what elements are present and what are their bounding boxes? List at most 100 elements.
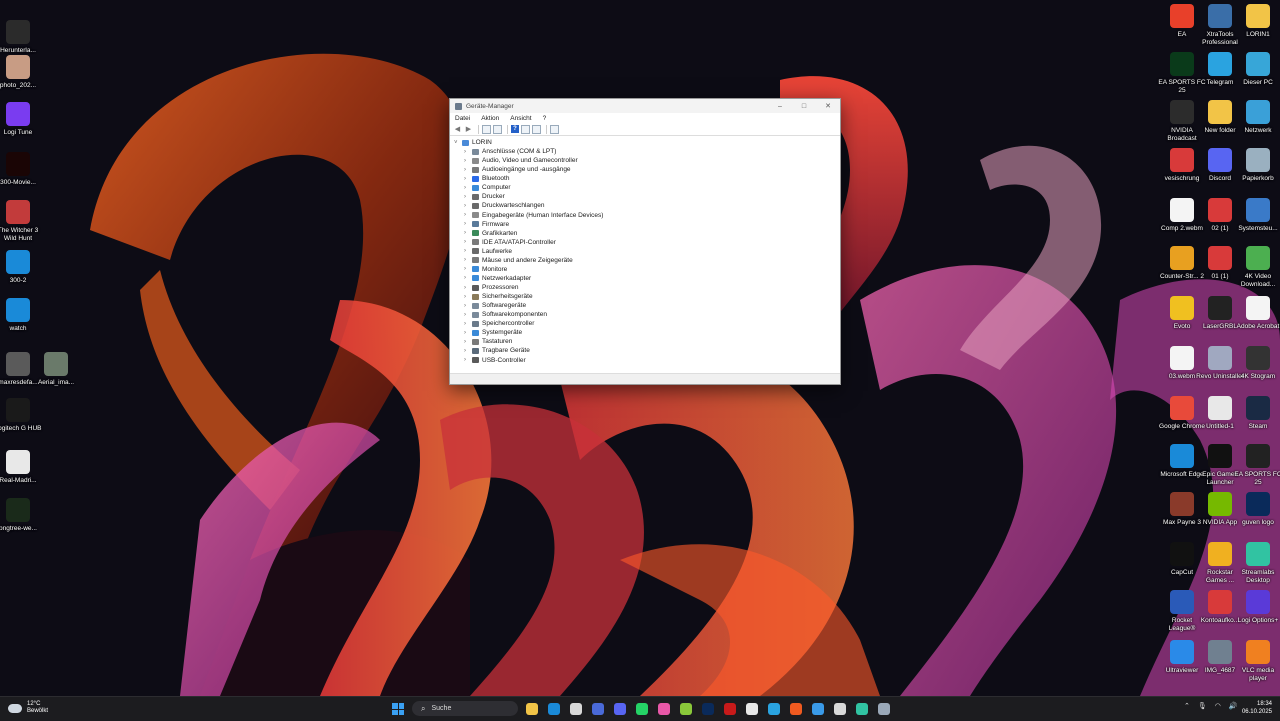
- tree-category[interactable]: › Prozessoren: [454, 283, 840, 292]
- expand-chevron-icon[interactable]: ›: [464, 266, 472, 272]
- tree-category[interactable]: › Tastaturen: [454, 337, 840, 346]
- expand-chevron-icon[interactable]: ›: [464, 330, 472, 336]
- expand-chevron-icon[interactable]: ›: [464, 294, 472, 300]
- tree-category[interactable]: › Druckwarteschlangen: [454, 201, 840, 210]
- expand-chevron-icon[interactable]: ›: [464, 149, 472, 155]
- window-titlebar[interactable]: Geräte-Manager – □ ✕: [450, 99, 840, 113]
- expand-chevron-icon[interactable]: ›: [464, 167, 472, 173]
- expand-chevron-icon[interactable]: ›: [464, 339, 472, 345]
- properties-icon[interactable]: [482, 124, 491, 134]
- tree-category[interactable]: › Sicherheitsgeräte: [454, 292, 840, 301]
- details-icon[interactable]: [521, 124, 530, 134]
- expand-chevron-icon[interactable]: ›: [464, 357, 472, 363]
- expand-chevron-icon[interactable]: ›: [464, 194, 472, 200]
- wifi-icon[interactable]: ◠: [1215, 702, 1221, 710]
- desktop-icon[interactable]: Netzwerk: [1234, 100, 1280, 135]
- monitor-icon[interactable]: [550, 124, 559, 134]
- minimize-button[interactable]: –: [768, 103, 792, 110]
- xbox-icon[interactable]: [680, 703, 692, 715]
- volume-icon[interactable]: 🔊: [1229, 702, 1238, 710]
- expand-chevron-icon[interactable]: ›: [464, 176, 472, 182]
- desktop-icon[interactable]: Logi Options+: [1234, 590, 1280, 625]
- forward-arrow-icon[interactable]: ▶: [464, 125, 473, 134]
- desktop-icon[interactable]: pngtree-we...: [0, 498, 42, 533]
- tree-category[interactable]: › Audio, Video und Gamecontroller: [454, 156, 840, 165]
- app-icon[interactable]: [658, 703, 670, 715]
- back-arrow-icon[interactable]: ◀: [453, 125, 462, 134]
- expand-chevron-icon[interactable]: ›: [464, 285, 472, 291]
- taskbar-search[interactable]: ⌕ Suche: [412, 701, 518, 716]
- microphone-icon[interactable]: 🎙: [1198, 702, 1207, 710]
- menu-ansicht[interactable]: Ansicht: [508, 115, 531, 122]
- expand-chevron-icon[interactable]: ›: [464, 257, 472, 263]
- tree-category[interactable]: › Anschlüsse (COM & LPT): [454, 147, 840, 156]
- tree-category[interactable]: › USB-Controller: [454, 356, 840, 365]
- tree-category[interactable]: › Softwarekomponenten: [454, 310, 840, 319]
- file-explorer-icon[interactable]: [526, 703, 538, 715]
- tree-root[interactable]: ˅ LORIN: [454, 138, 840, 147]
- desktop-icon[interactable]: photo_202...: [0, 55, 42, 90]
- tree-category[interactable]: › Drucker: [454, 192, 840, 201]
- edge-icon[interactable]: [548, 703, 560, 715]
- whatsapp-icon[interactable]: [636, 703, 648, 715]
- desktop-icon[interactable]: guven logo: [1234, 492, 1280, 527]
- expand-chevron-icon[interactable]: ›: [464, 321, 472, 327]
- expand-chevron-icon[interactable]: ›: [464, 203, 472, 209]
- close-button[interactable]: ✕: [816, 102, 840, 110]
- tree-category[interactable]: › Mäuse und andere Zeigegeräte: [454, 256, 840, 265]
- start-button[interactable]: [392, 703, 404, 715]
- desktop-icon[interactable]: VLC media player: [1234, 640, 1280, 682]
- desktop-icon[interactable]: The Witcher 3 Wild Hunt: [0, 200, 42, 242]
- menu-aktion[interactable]: Aktion: [479, 115, 499, 122]
- brave-icon[interactable]: [790, 703, 802, 715]
- desktop-icon[interactable]: watch: [0, 298, 42, 333]
- expand-chevron-icon[interactable]: ›: [464, 312, 472, 318]
- tree-category[interactable]: › Monitore: [454, 265, 840, 274]
- discord-icon[interactable]: [614, 703, 626, 715]
- desktop-icon[interactable]: Steam: [1234, 396, 1280, 431]
- weather-widget[interactable]: 12°C Bewölkt: [8, 701, 48, 715]
- desktop-icon[interactable]: 300-Movie...: [0, 152, 42, 187]
- desktop-icon[interactable]: 4K Video Download...: [1234, 246, 1280, 288]
- desktop-icon[interactable]: EA SPORTS FC 25: [1234, 444, 1280, 486]
- expand-chevron-icon[interactable]: ›: [464, 158, 472, 164]
- desktop-icon[interactable]: Systemsteu...: [1234, 198, 1280, 233]
- tree-category[interactable]: › Netzwerkadapter: [454, 274, 840, 283]
- red-app-icon[interactable]: [724, 703, 736, 715]
- tree-category[interactable]: › Eingabegeräte (Human Interface Devices): [454, 211, 840, 220]
- device-manager-icon[interactable]: [878, 703, 890, 715]
- tree-category[interactable]: › Bluetooth: [454, 174, 840, 183]
- expand-chevron-icon[interactable]: ›: [464, 212, 472, 218]
- update-driver-icon[interactable]: [532, 124, 541, 134]
- expand-chevron-icon[interactable]: ›: [464, 239, 472, 245]
- tree-category[interactable]: › Tragbare Geräte: [454, 346, 840, 355]
- desktop-icon[interactable]: 300-2: [0, 250, 42, 285]
- list-view-icon[interactable]: [493, 124, 502, 134]
- expand-chevron-icon[interactable]: ›: [464, 303, 472, 309]
- clock[interactable]: 18:34 06.10.2025: [1242, 700, 1272, 716]
- desktop-icon[interactable]: LORIN1: [1234, 4, 1280, 39]
- menu-help[interactable]: ?: [541, 115, 547, 122]
- streamlabs-icon[interactable]: [856, 703, 868, 715]
- desktop-icon[interactable]: Papierkorb: [1234, 148, 1280, 183]
- expand-chevron-icon[interactable]: ›: [464, 185, 472, 191]
- menu-datei[interactable]: Datei: [453, 115, 470, 122]
- tree-category[interactable]: › Firmware: [454, 220, 840, 229]
- expand-chevron-icon[interactable]: ›: [464, 248, 472, 254]
- maximize-button[interactable]: □: [792, 103, 816, 110]
- desktop-icon[interactable]: 4K Stogram: [1234, 346, 1280, 381]
- tree-category[interactable]: › Systemgeräte: [454, 328, 840, 337]
- chatgpt-icon[interactable]: [834, 703, 846, 715]
- desktop-icon[interactable]: Logitech G HUB: [0, 398, 42, 433]
- tray-overflow-chevron-icon[interactable]: ⌃: [1184, 702, 1190, 710]
- desktop-icon[interactable]: Aerial_ima...: [32, 352, 80, 387]
- desktop-icon[interactable]: Dieser PC: [1234, 52, 1280, 87]
- expand-chevron-icon[interactable]: ›: [464, 230, 472, 236]
- tree-category[interactable]: › Grafikkarten: [454, 229, 840, 238]
- telegram-icon[interactable]: [768, 703, 780, 715]
- desktop-icon[interactable]: Logi Tune: [0, 102, 42, 137]
- desktop-icon[interactable]: Real-Madri...: [0, 450, 42, 485]
- store-icon[interactable]: [570, 703, 582, 715]
- tree-category[interactable]: › Computer: [454, 183, 840, 192]
- photoshop-icon[interactable]: [702, 703, 714, 715]
